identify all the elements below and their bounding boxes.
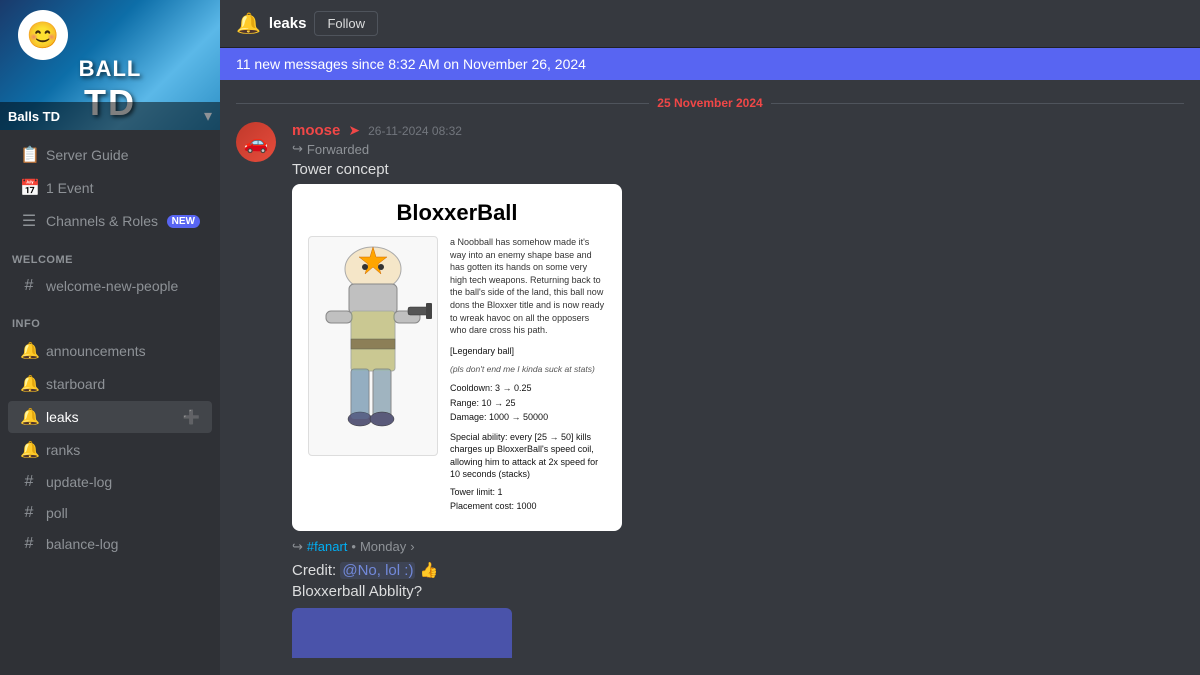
stats-special: Special ability: every [25 → 50] kills c…: [450, 431, 606, 481]
forwarded-text: Forwarded: [307, 142, 369, 157]
card-stats: a Noobball has somehow made it's way int…: [450, 236, 606, 515]
server-logo-ball: 😊: [18, 10, 68, 60]
server-dropdown-icon[interactable]: ▾: [204, 106, 212, 126]
sidebar-item-update-log[interactable]: # update-log: [8, 467, 212, 497]
source-channel[interactable]: #fanart: [307, 539, 347, 554]
message-timestamp: 26-11-2024 08:32: [368, 124, 462, 138]
sidebar: 😊 BALL TD Balls TD ▾ 📋 Server Guide 📅 1 …: [0, 0, 220, 675]
message-group: 🚗 moose ➤ 26-11-2024 08:32 ↪ Forwarded T…: [236, 118, 1184, 662]
stats-damage: Damage: 1000 → 50000: [450, 411, 606, 425]
ball-emoji: 😊: [27, 20, 59, 51]
channel-header: 🔔 leaks Follow: [220, 0, 1200, 48]
server-guide-label: Server Guide: [46, 147, 128, 163]
date-divider-text: 25 November 2024: [657, 96, 762, 110]
sidebar-item-announcements[interactable]: 🔔 announcements: [8, 335, 212, 367]
stats-tower-limit: Tower limit: 1: [450, 486, 606, 500]
channel-header-speaker-icon: 🔔: [236, 11, 261, 36]
poll-label: poll: [46, 505, 68, 521]
credit-line: Credit: @No, lol :) 👍: [292, 561, 1184, 579]
sidebar-item-welcome-new-people[interactable]: # welcome-new-people: [8, 271, 212, 301]
message-author-arrow: ➤: [348, 122, 360, 139]
event-label: 1 Event: [46, 180, 93, 196]
source-chevron-icon: ›: [410, 539, 414, 554]
thumbs-up-emoji: 👍: [420, 562, 439, 579]
stats-range: Range: 10 → 25: [450, 397, 606, 411]
messages-area: 25 November 2024 🚗 moose ➤ 26-11-2024 08…: [220, 80, 1200, 675]
sidebar-item-channels-roles[interactable]: ☰ Channels & Roles NEW: [8, 205, 212, 237]
partial-image-preview: [292, 608, 512, 658]
date-divider-left-line: [236, 103, 649, 104]
server-guide-icon: 📋: [20, 145, 38, 165]
hash-icon-welcome: #: [20, 277, 38, 295]
ranks-icon: 🔔: [20, 440, 38, 460]
sidebar-item-event[interactable]: 📅 1 Event: [8, 172, 212, 204]
announcements-label: announcements: [46, 343, 146, 359]
balance-log-hash-icon: #: [20, 535, 38, 553]
channel-header-name: leaks: [269, 15, 307, 32]
balance-log-label: balance-log: [46, 536, 118, 552]
server-header[interactable]: 😊 BALL TD Balls TD ▾: [0, 0, 220, 130]
source-dot: •: [351, 539, 356, 554]
image-card: BloxxerBall: [292, 184, 622, 531]
date-divider: 25 November 2024: [236, 96, 1184, 110]
source-day: Monday: [360, 539, 406, 554]
add-member-icon[interactable]: ➕: [183, 409, 200, 426]
message-content: moose ➤ 26-11-2024 08:32 ↪ Forwarded Tow…: [292, 122, 1184, 658]
stats-placement-cost: Placement cost: 1000: [450, 500, 606, 514]
starboard-icon: 🔔: [20, 374, 38, 394]
leaks-icon: 🔔: [20, 407, 38, 427]
drawing-area: [308, 236, 438, 456]
source-icon: ↪: [292, 539, 303, 555]
channels-roles-icon: ☰: [20, 211, 38, 231]
card-body: a Noobball has somehow made it's way int…: [308, 236, 606, 515]
stats-description: a Noobball has somehow made it's way int…: [450, 236, 606, 337]
forwarded-label: ↪ Forwarded: [292, 141, 1184, 157]
card-drawing: [308, 236, 438, 515]
avatar: 🚗: [236, 122, 276, 162]
server-name-line1: BALL: [79, 56, 142, 82]
tower-concept-label: Tower concept: [292, 161, 1184, 178]
source-tag: ↪ #fanart • Monday ›: [292, 539, 1184, 555]
main-content: 🔔 leaks Follow 11 new messages since 8:3…: [220, 0, 1200, 675]
forward-arrow-icon: ↪: [292, 141, 303, 157]
update-log-hash-icon: #: [20, 473, 38, 491]
question-text: Bloxxerball Abblity?: [292, 583, 1184, 600]
message-header: moose ➤ 26-11-2024 08:32: [292, 122, 1184, 139]
poll-hash-icon: #: [20, 504, 38, 522]
card-title: BloxxerBall: [308, 200, 606, 226]
tower-drawing-svg: [311, 239, 436, 454]
sidebar-item-poll[interactable]: # poll: [8, 498, 212, 528]
channels-roles-label: Channels & Roles: [46, 213, 158, 229]
leaks-label: leaks: [46, 409, 79, 425]
stats-tag: [Legendary ball]: [450, 345, 606, 359]
announcements-icon: 🔔: [20, 341, 38, 361]
server-name: Balls TD: [8, 109, 60, 124]
event-icon: 📅: [20, 178, 38, 198]
server-name-bar[interactable]: Balls TD ▾: [0, 102, 220, 130]
starboard-label: starboard: [46, 376, 105, 392]
new-messages-text: 11 new messages since 8:32 AM on Novembe…: [236, 56, 586, 72]
sidebar-item-leaks[interactable]: 🔔 leaks ➕: [8, 401, 212, 433]
date-divider-right-line: [771, 103, 1184, 104]
sidebar-item-starboard[interactable]: 🔔 starboard: [8, 368, 212, 400]
credit-label: Credit:: [292, 562, 336, 579]
follow-button[interactable]: Follow: [314, 11, 378, 36]
ranks-label: ranks: [46, 442, 80, 458]
sidebar-nav: 📋 Server Guide 📅 1 Event ☰ Channels & Ro…: [0, 130, 220, 675]
mention[interactable]: @No, lol :): [340, 562, 415, 579]
stats-cooldown: Cooldown: 3 → 0.25: [450, 382, 606, 396]
section-label-welcome: WELCOME: [0, 238, 220, 270]
new-messages-banner[interactable]: 11 new messages since 8:32 AM on Novembe…: [220, 48, 1200, 80]
sidebar-item-balance-log[interactable]: # balance-log: [8, 529, 212, 559]
update-log-label: update-log: [46, 474, 112, 490]
section-label-info: INFO: [0, 302, 220, 334]
stats-italic-note: (pls don't end me I kinda suck at stats): [450, 363, 606, 376]
new-badge: NEW: [167, 215, 200, 228]
sidebar-item-ranks[interactable]: 🔔 ranks: [8, 434, 212, 466]
message-author: moose: [292, 122, 340, 139]
sidebar-item-server-guide[interactable]: 📋 Server Guide: [8, 139, 212, 171]
welcome-label: welcome-new-people: [46, 278, 178, 294]
